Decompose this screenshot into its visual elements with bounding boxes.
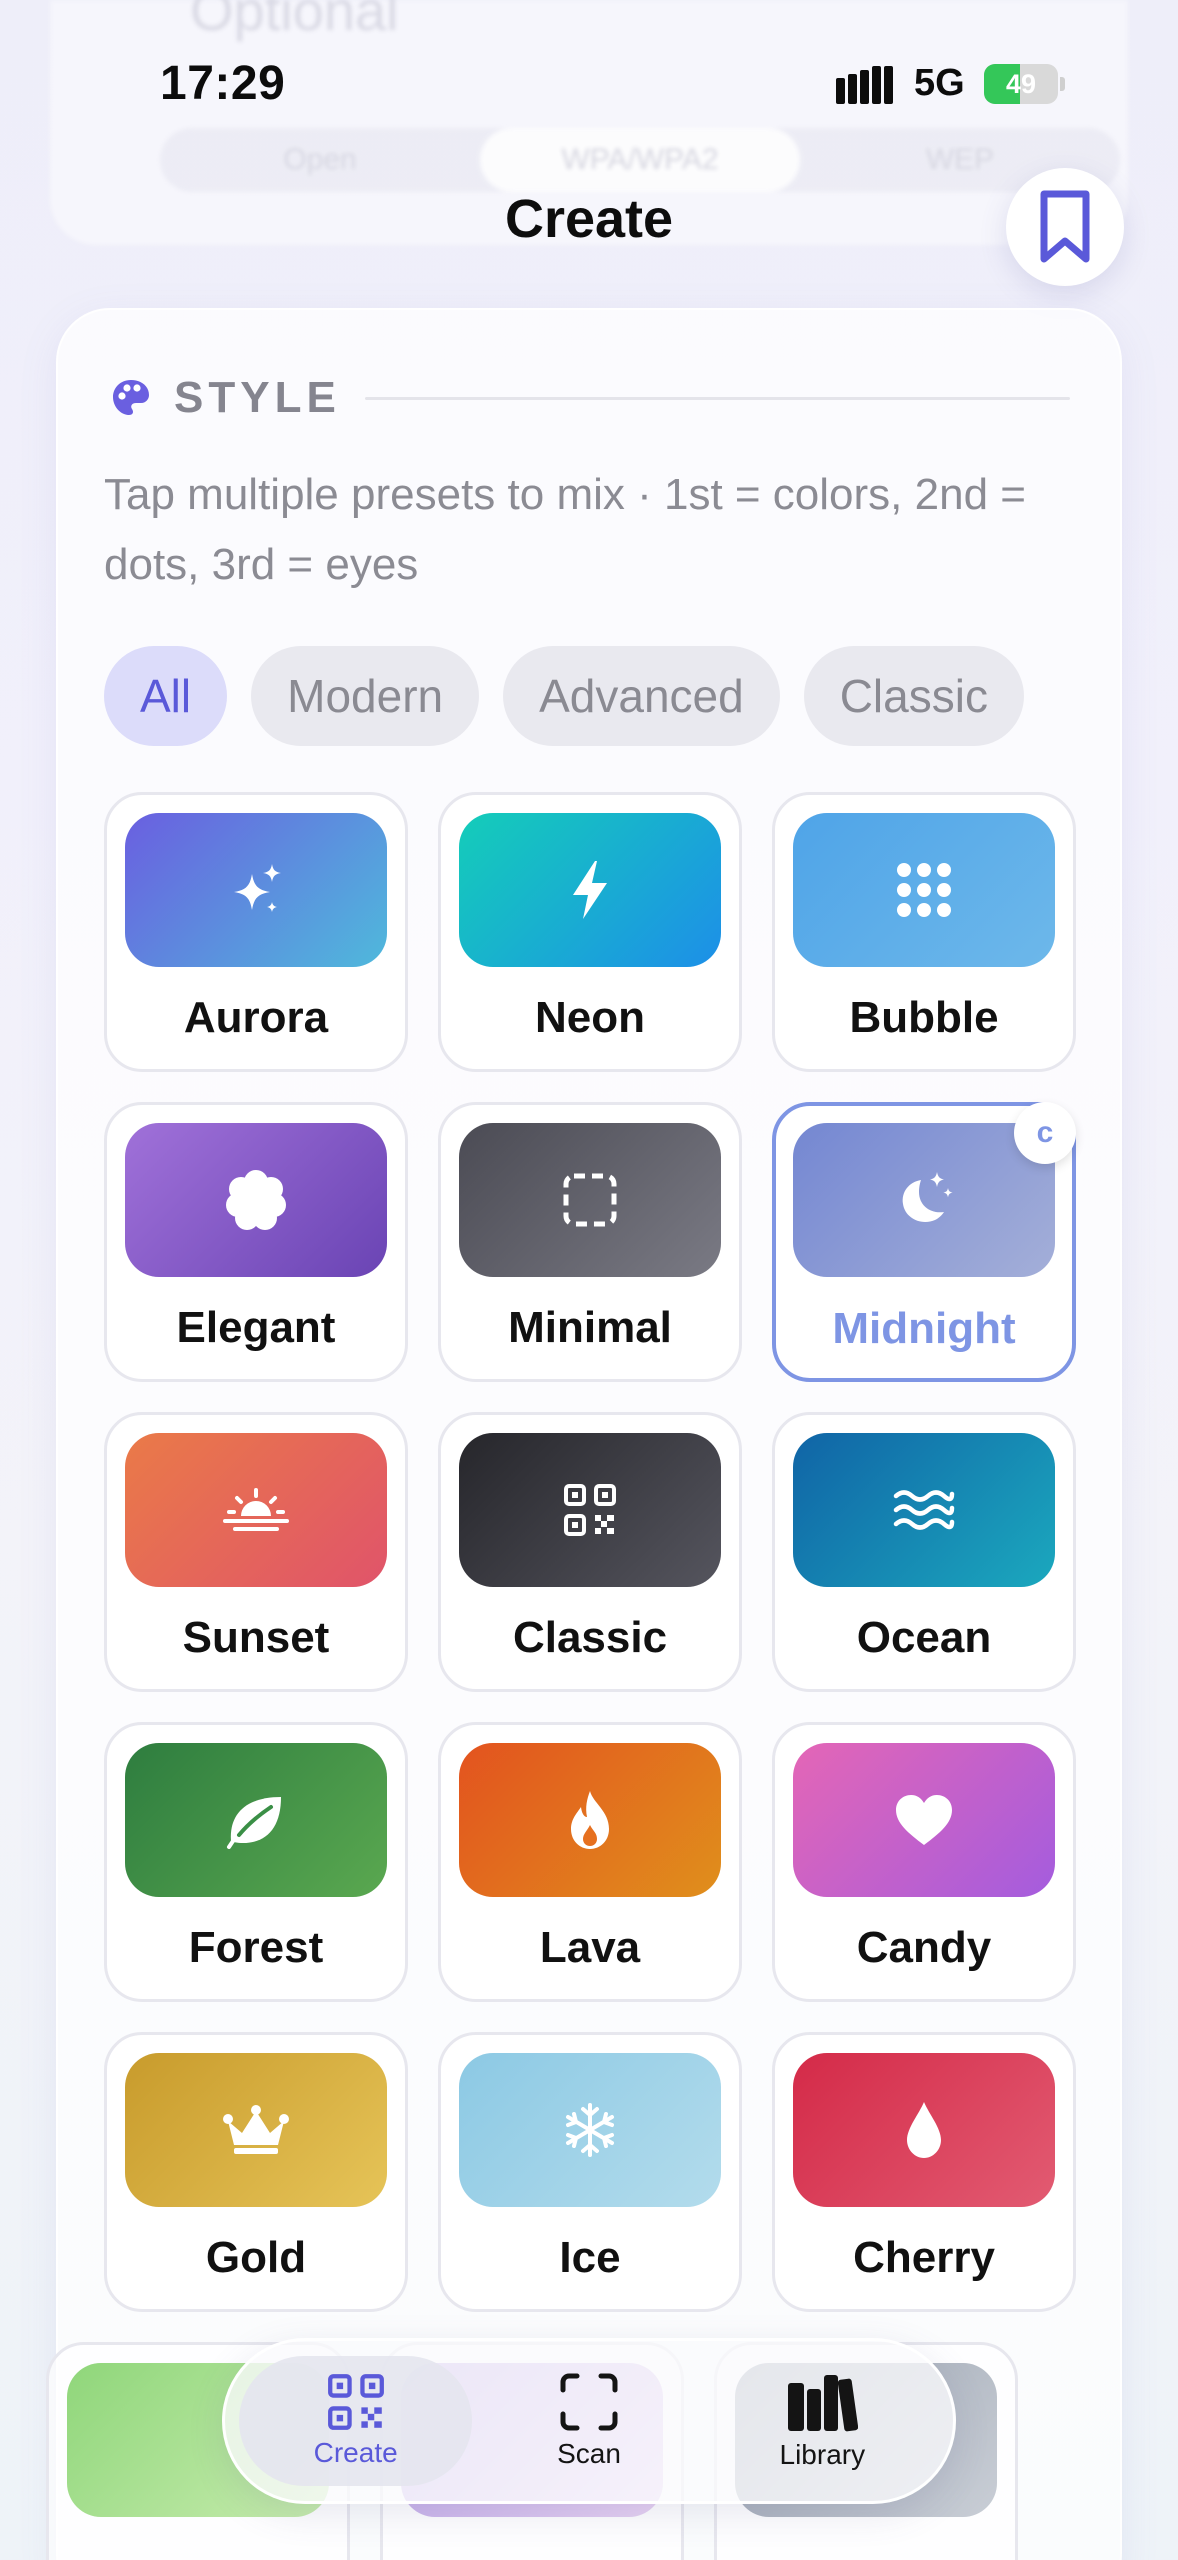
- crown-icon: [223, 2105, 289, 2154]
- preset-label: Neon: [535, 993, 645, 1042]
- preset-label: Lava: [539, 1923, 641, 1972]
- tab-label: Scan: [557, 2438, 621, 2469]
- preset-swatch: [125, 2053, 387, 2207]
- preset-label: Midnight: [832, 1304, 1016, 1353]
- drop-icon: [907, 2102, 941, 2158]
- dashed-square-icon: [563, 1173, 617, 1227]
- snowflake-icon: [566, 2103, 614, 2157]
- preset-forest[interactable]: Forest: [104, 1722, 408, 2002]
- preset-swatch: [459, 1123, 721, 1277]
- section-title: STYLE: [174, 373, 341, 422]
- style-section-header: STYLE: [110, 368, 1070, 428]
- preset-swatch: [459, 2053, 721, 2207]
- tab-label: Create: [313, 2437, 398, 2468]
- filter-chip-modern[interactable]: Modern: [251, 646, 480, 746]
- preset-swatch: [793, 1123, 1055, 1277]
- preset-sunset[interactable]: Sunset: [104, 1412, 408, 1692]
- filter-chip-all[interactable]: All: [104, 646, 228, 746]
- preset-label: Aurora: [183, 993, 329, 1042]
- palette-icon: [113, 380, 149, 415]
- leaf-icon: [227, 1797, 281, 1849]
- tab-label: Library: [779, 2439, 866, 2470]
- battery-tip: [1060, 77, 1065, 91]
- page-title: Create: [504, 189, 674, 249]
- preset-ice[interactable]: Ice: [438, 2032, 742, 2312]
- flame-icon: [571, 1791, 609, 1849]
- preset-ocean[interactable]: Ocean: [772, 1412, 1076, 1692]
- style-card: STYLE Tap multiple presets to mix · 1st …: [56, 308, 1122, 2560]
- battery-indicator: 49: [984, 64, 1065, 104]
- preset-candy[interactable]: Candy: [772, 1722, 1076, 2002]
- filter-chips: All Modern Advanced Classic: [104, 646, 1024, 746]
- preset-label: Sunset: [182, 1613, 330, 1662]
- preset-label: Bubble: [849, 993, 999, 1042]
- heart-icon: [896, 1795, 952, 1845]
- preset-swatch: [459, 813, 721, 967]
- network-type: 5G: [914, 62, 965, 104]
- tab-scan[interactable]: Scan: [472, 2356, 705, 2486]
- preset-gold[interactable]: Gold: [104, 2032, 408, 2312]
- status-time: 17:29: [160, 57, 286, 110]
- filter-chip-advanced[interactable]: Advanced: [503, 646, 780, 746]
- moon-stars-icon: [902, 1172, 953, 1223]
- bookmark-button[interactable]: [1006, 168, 1124, 286]
- preset-label: Ice: [559, 2233, 621, 2282]
- preset-bubble[interactable]: Bubble: [772, 792, 1076, 1072]
- preset-swatch: [793, 813, 1055, 967]
- waves-icon: [893, 1490, 955, 1530]
- preset-classic[interactable]: Classic: [438, 1412, 742, 1692]
- tab-library[interactable]: Library: [706, 2356, 939, 2486]
- combo-order-badge: c: [1014, 1102, 1076, 1164]
- battery-body: 49: [984, 64, 1058, 104]
- qr-code-icon: [327, 2374, 384, 2430]
- signal-icon: [836, 66, 893, 104]
- preset-swatch: [459, 1743, 721, 1897]
- sunrise-icon: [223, 1488, 289, 1531]
- preset-label: Forest: [188, 1923, 324, 1972]
- section-divider: [364, 396, 1070, 400]
- preset-swatch: [125, 1743, 387, 1897]
- preset-label: Gold: [205, 2233, 307, 2282]
- preset-label: Cherry: [853, 2233, 995, 2282]
- preset-swatch: [793, 2053, 1055, 2207]
- preset-label: Ocean: [856, 1613, 992, 1662]
- preset-label: Classic: [512, 1613, 668, 1662]
- preset-label: Candy: [856, 1923, 992, 1972]
- preset-cherry[interactable]: Cherry: [772, 2032, 1076, 2312]
- preset-label: Minimal: [508, 1303, 672, 1352]
- preset-minimal[interactable]: Minimal: [438, 1102, 742, 1382]
- filter-chip-classic[interactable]: Classic: [803, 646, 1024, 746]
- preset-neon[interactable]: Neon: [438, 792, 742, 1072]
- preset-swatch: [125, 1433, 387, 1587]
- tab-bar: Create Scan Library: [222, 2338, 956, 2504]
- sparkles-icon: [234, 864, 281, 912]
- status-bar: 17:29 5G 49: [0, 0, 1178, 170]
- preset-label: Elegant: [176, 1303, 336, 1352]
- preset-swatch: [793, 1743, 1055, 1897]
- preset-swatch: [459, 1433, 721, 1587]
- bookmark-icon: [1040, 190, 1090, 263]
- dots-grid-icon: [897, 863, 951, 917]
- preset-lava[interactable]: Lava: [438, 1722, 742, 2002]
- books-icon: [788, 2375, 859, 2432]
- preset-swatch: [793, 1433, 1055, 1587]
- preset-midnight[interactable]: Midnight c: [772, 1102, 1076, 1382]
- tab-create[interactable]: Create: [239, 2356, 473, 2486]
- preset-swatch: [125, 813, 387, 967]
- preset-elegant[interactable]: Elegant: [104, 1102, 408, 1382]
- style-description: Tap multiple presets to mix · 1st = colo…: [104, 470, 1026, 589]
- preset-swatch: [125, 1123, 387, 1277]
- battery-percent: 49: [1005, 69, 1037, 99]
- bolt-icon: [573, 861, 607, 919]
- flower-badge-icon: [226, 1170, 286, 1230]
- qr-code-icon: [564, 1484, 616, 1536]
- preset-aurora[interactable]: Aurora: [104, 792, 408, 1072]
- preset-grid: Aurora Neon Bubble Elegant Minimal Midni…: [104, 792, 1080, 2312]
- scan-frame-icon: [560, 2373, 618, 2431]
